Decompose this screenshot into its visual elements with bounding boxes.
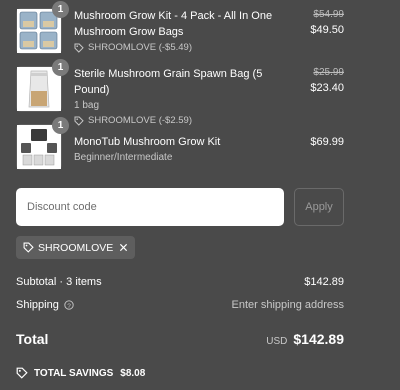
savings-value: $8.08 (120, 367, 146, 379)
original-price: $25.99 (313, 67, 344, 78)
tag-icon (16, 367, 28, 379)
apply-button[interactable]: Apply (294, 188, 344, 226)
tag-icon (74, 43, 84, 53)
close-icon[interactable] (119, 243, 128, 252)
savings-label: TOTAL SAVINGS (34, 367, 114, 379)
item-price: $69.99 (310, 136, 344, 148)
total-savings: TOTAL SAVINGS $8.08 (16, 367, 145, 379)
item-name: Mushroom Grow Kit - 4 Pack - All In One … (74, 10, 273, 38)
quantity-badge: 1 (52, 117, 69, 134)
item-discount: SHROOMLOVE (-$2.59) (74, 114, 274, 128)
quantity-badge: 1 (52, 1, 69, 18)
item-variant: Beginner/Intermediate (74, 152, 173, 163)
item-name: Sterile Mushroom Grain Spawn Bag (5 Poun… (74, 68, 263, 96)
total-value: $142.89 (293, 331, 344, 347)
currency-code: USD (266, 336, 288, 347)
original-price: $54.99 (313, 9, 344, 20)
applied-code-label: SHROOMLOVE (38, 241, 114, 254)
total-value-group: USD $142.89 (266, 331, 344, 347)
item-variant: 1 bag (74, 100, 100, 111)
subtotal-value: $142.89 (304, 276, 344, 288)
info-icon[interactable]: ? (64, 300, 74, 310)
total-label: Total (16, 331, 49, 347)
shipping-label: Shipping (16, 299, 59, 311)
quantity-badge: 1 (52, 59, 69, 76)
item-price: $49.50 (310, 24, 344, 36)
item-discount-text: SHROOMLOVE (-$2.59) (88, 115, 192, 126)
tag-icon (74, 116, 84, 126)
item-discount: SHROOMLOVE (-$5.49) (74, 41, 274, 55)
item-name: MonoTub Mushroom Grow Kit (74, 136, 221, 148)
svg-text:?: ? (67, 303, 71, 310)
subtotal-label: Subtotal · 3 items (16, 276, 102, 288)
total-row: Total USD $142.89 (16, 331, 344, 347)
discount-code-input[interactable] (16, 188, 284, 226)
subtotal-row: Subtotal · 3 items $142.89 (16, 276, 344, 288)
shipping-value: Enter shipping address (231, 299, 344, 311)
item-discount-text: SHROOMLOVE (-$5.49) (88, 42, 192, 53)
tag-icon (23, 242, 34, 253)
item-price: $23.40 (310, 82, 344, 94)
applied-discount-chip: SHROOMLOVE (16, 236, 136, 259)
shipping-row: Shipping ? Enter shipping address (16, 299, 344, 311)
shipping-label-group: Shipping ? (16, 299, 74, 311)
